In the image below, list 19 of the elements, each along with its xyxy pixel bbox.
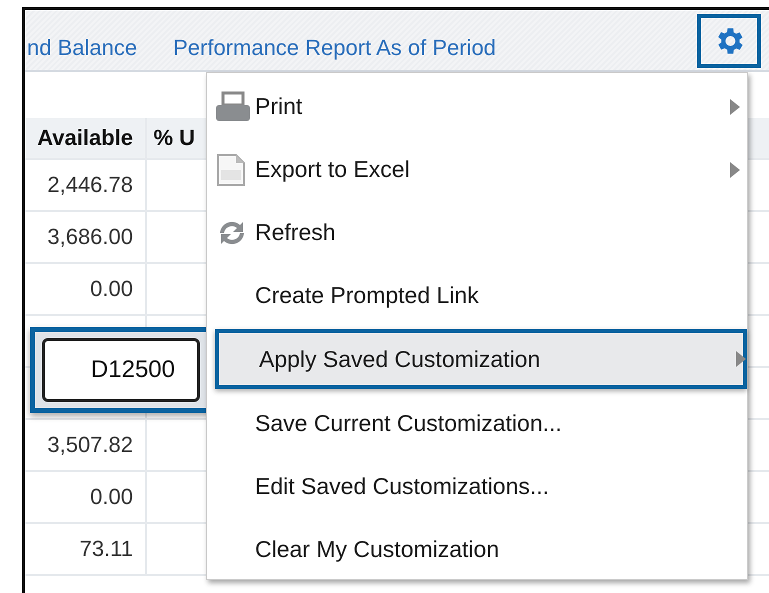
menu-item[interactable]: Edit Saved Customizations... — [207, 455, 747, 518]
table-cell: 0.00 — [25, 472, 147, 522]
menu-item[interactable]: Export to Excel — [207, 138, 747, 201]
menu-item[interactable]: Clear My Customization — [207, 518, 747, 581]
report-tab[interactable]: Performance Report As of Period — [173, 35, 496, 61]
menu-item[interactable]: Refresh — [207, 201, 747, 264]
table-cell: 73.11 — [25, 524, 147, 574]
settings-button[interactable] — [697, 14, 761, 68]
menu-item[interactable]: Create Prompted Link — [207, 264, 747, 327]
report-tab[interactable]: nd Balance — [27, 35, 138, 61]
spreadsheet-file-icon — [215, 152, 247, 186]
table-cell: 2,446.78 — [25, 160, 147, 210]
column-header: Available — [25, 118, 147, 158]
printer-icon — [215, 90, 251, 122]
table-cell: 3,686.00 — [25, 212, 147, 262]
menu-item[interactable]: Apply Saved Customization — [215, 329, 747, 389]
table-cell: 3,507.82 — [25, 420, 147, 470]
menu-item[interactable]: Print — [207, 75, 747, 138]
table-cell: 0.00 — [25, 264, 147, 314]
